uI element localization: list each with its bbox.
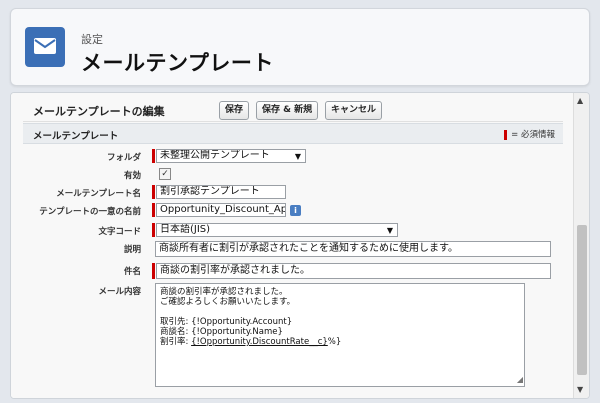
template-name-input[interactable]: 割引承認テンプレート xyxy=(156,185,286,199)
body-line: ご確認よろしくお願いいたします。 xyxy=(160,297,296,307)
unique-name-input[interactable]: Opportunity_Discount_App xyxy=(156,203,286,217)
active-checkbox[interactable]: ✓ xyxy=(159,168,171,180)
required-marker xyxy=(504,129,508,140)
section-title: メールテンプレート xyxy=(33,131,119,142)
scroll-thumb[interactable] xyxy=(577,225,587,375)
encoding-select[interactable]: 日本語(JIS) ▼ xyxy=(156,223,398,237)
chevron-down-icon: ▼ xyxy=(386,226,393,235)
required-marker xyxy=(152,223,155,237)
section-header: メールテンプレート = 必須情報 xyxy=(23,123,563,144)
body-text: %} xyxy=(327,337,342,347)
save-button[interactable]: 保存 xyxy=(219,101,250,120)
description-input[interactable]: 商談所有者に割引が承認されたことを通知するために使用します。 xyxy=(155,241,551,257)
scrollbar[interactable]: ▲ ▼ xyxy=(573,93,589,398)
body-line: 取引先: {!Opportunity.Account} xyxy=(160,317,293,327)
folder-label: フォルダ xyxy=(106,153,141,163)
folder-value: 未整理公開テンプレート xyxy=(160,150,270,161)
required-marker xyxy=(152,263,155,279)
resize-handle-icon[interactable]: ◢ xyxy=(517,375,523,385)
edit-title: メールテンプレートの編集 xyxy=(33,105,165,118)
info-icon[interactable]: i xyxy=(290,205,301,216)
subject-input[interactable]: 商談の割引率が承認されました。 xyxy=(156,263,551,279)
body-line: 商談名: {!Opportunity.Name} xyxy=(160,327,283,337)
cancel-button[interactable]: キャンセル xyxy=(325,101,383,120)
scroll-up-icon[interactable]: ▲ xyxy=(577,96,583,105)
folder-select[interactable]: 未整理公開テンプレート ▼ xyxy=(156,149,306,163)
body-line: 割引率: {!Opportunity.DiscountRate__c}%} xyxy=(160,337,520,347)
body-line: 商談の割引率が承認されました。 xyxy=(160,287,288,297)
required-marker xyxy=(152,149,155,163)
edit-panel: メールテンプレートの編集 保存 保存 & 新規 キャンセル メールテンプレート … xyxy=(10,92,590,399)
body-textarea[interactable]: 商談の割引率が承認されました。 ご確認よろしくお願いいたします。 取引先: {!… xyxy=(155,283,525,387)
envelope-icon xyxy=(25,27,65,67)
encoding-value: 日本語(JIS) xyxy=(160,224,211,235)
body-blank-line xyxy=(160,307,520,317)
merge-field: {!Opportunity.DiscountRate__c} xyxy=(191,337,328,347)
page-header: 設定 メールテンプレート xyxy=(10,8,590,86)
panel-content: メールテンプレートの編集 保存 保存 & 新規 キャンセル メールテンプレート … xyxy=(11,93,573,398)
required-marker xyxy=(152,185,155,199)
required-legend: = 必須情報 xyxy=(504,128,555,140)
template-name-label: メールテンプレート名 xyxy=(56,189,141,199)
body-text: 割引率: xyxy=(160,337,192,347)
unique-name-label: テンプレートの一意の名前 xyxy=(39,207,141,217)
required-legend-text: = 必須情報 xyxy=(511,130,555,140)
page-subtitle: 設定 xyxy=(81,33,103,46)
edit-toolbar: メールテンプレートの編集 保存 保存 & 新規 キャンセル xyxy=(23,99,563,122)
scroll-down-icon[interactable]: ▼ xyxy=(577,385,583,394)
save-new-button[interactable]: 保存 & 新規 xyxy=(256,101,319,120)
body-label: メール内容 xyxy=(98,287,141,297)
description-label: 説明 xyxy=(123,245,141,255)
subject-label: 件名 xyxy=(123,267,141,277)
page-title: メールテンプレート xyxy=(81,51,274,75)
active-label: 有効 xyxy=(123,171,141,181)
chevron-down-icon: ▼ xyxy=(294,152,301,161)
required-marker xyxy=(152,203,155,217)
encoding-label: 文字コード xyxy=(98,227,141,237)
